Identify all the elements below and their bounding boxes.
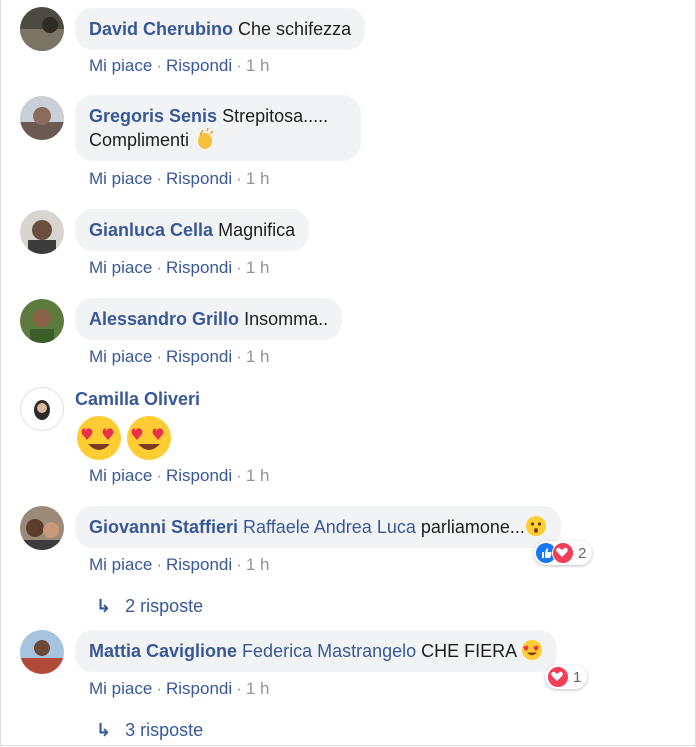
reaction-count: 2 [578, 544, 587, 562]
avatar[interactable] [20, 96, 64, 140]
love-reaction-icon [552, 542, 574, 564]
comment-author[interactable]: Giovanni Staffieri [89, 517, 238, 537]
comment-text: Insomma.. [244, 309, 329, 329]
replies-count[interactable]: 2 risposte [125, 596, 203, 616]
reactions-badge[interactable]: 2 [534, 541, 593, 565]
reply-link[interactable]: Rispondi [166, 679, 232, 698]
mention-link[interactable]: Raffaele Andrea Luca [243, 517, 416, 537]
comment-bubble: Gianluca Cella Magnifica [75, 209, 310, 251]
reaction-count: 1 [573, 668, 582, 686]
emoji-row [75, 414, 173, 467]
reply-link[interactable]: Rispondi [166, 169, 232, 188]
comment-actions: Mi piace · Rispondi · 1 h [89, 258, 270, 277]
reactions-badge[interactable]: 1 [545, 665, 588, 689]
comment-bubble: Giovanni Staffieri Raffaele Andrea Luca … [75, 506, 561, 548]
like-link[interactable]: Mi piace [89, 56, 152, 75]
comment-actions: Mi piace · Rispondi · 1 h [89, 466, 270, 485]
reply-link[interactable]: Rispondi [166, 555, 232, 574]
timestamp[interactable]: 1 h [246, 169, 270, 188]
like-link[interactable]: Mi piace [89, 258, 152, 277]
like-link[interactable]: Mi piace [89, 679, 152, 698]
timestamp[interactable]: 1 h [246, 466, 270, 485]
like-link[interactable]: Mi piace [89, 169, 152, 188]
heart-eyes-icon [77, 416, 121, 460]
comment-text: Strepitosa..... [222, 106, 329, 126]
clapping-hands-icon [198, 128, 214, 149]
reply-link[interactable]: Rispondi [166, 466, 232, 485]
comment-text: CHE FIERA [421, 641, 517, 661]
view-replies-link[interactable]: ↳ 3 risposte [96, 718, 203, 742]
timestamp[interactable]: 1 h [246, 56, 270, 75]
view-replies-link[interactable]: ↳ 2 risposte [96, 594, 203, 618]
comment-bubble: Alessandro Grillo Insomma.. [75, 298, 343, 340]
like-link[interactable]: Mi piace [89, 466, 152, 485]
comment-text: Che schifezza [238, 19, 352, 39]
astonished-face-icon [525, 516, 546, 536]
timestamp[interactable]: 1 h [246, 258, 270, 277]
timestamp[interactable]: 1 h [246, 347, 270, 366]
reply-arrow-icon: ↳ [96, 596, 112, 616]
comment-bubble: Mattia Caviglione Federica Mastrangelo C… [75, 630, 558, 672]
comment-author[interactable]: David Cherubino [89, 19, 233, 39]
comment-author[interactable]: Alessandro Grillo [89, 309, 239, 329]
like-link[interactable]: Mi piace [89, 347, 152, 366]
comment-actions: Mi piace · Rispondi · 1 h [89, 347, 270, 366]
comment-text: parliamone... [420, 517, 525, 537]
comment-actions: Mi piace · Rispondi · 1 h [89, 679, 270, 698]
heart-eyes-icon [522, 640, 543, 660]
avatar[interactable] [20, 7, 64, 51]
replies-count[interactable]: 3 risposte [125, 720, 203, 740]
avatar[interactable] [20, 210, 64, 254]
timestamp[interactable]: 1 h [246, 679, 270, 698]
comment-author[interactable]: Gianluca Cella [89, 220, 213, 240]
comment-bubble: Gregoris Senis Strepitosa..... Complimen… [75, 95, 361, 161]
comment-text-line2: Complimenti [89, 130, 190, 150]
comment-bubble: David Cherubino Che schifezza [75, 8, 366, 50]
reply-link[interactable]: Rispondi [166, 56, 232, 75]
avatar[interactable] [20, 630, 64, 674]
comment-author[interactable]: Camilla Oliveri [75, 387, 200, 411]
comment-author[interactable]: Gregoris Senis [89, 106, 217, 126]
comment-actions: Mi piace · Rispondi · 1 h [89, 56, 270, 75]
comment-actions: Mi piace · Rispondi · 1 h [89, 169, 270, 188]
avatar[interactable] [20, 387, 64, 431]
comment-author[interactable]: Mattia Caviglione [89, 641, 237, 661]
love-reaction-icon [547, 666, 569, 688]
mention-link[interactable]: Federica Mastrangelo [242, 641, 416, 661]
reply-arrow-icon: ↳ [96, 720, 112, 740]
avatar[interactable] [20, 506, 64, 550]
heart-eyes-icon [127, 416, 172, 460]
comment-text: Magnifica [218, 220, 296, 240]
reply-link[interactable]: Rispondi [166, 347, 232, 366]
avatar[interactable] [20, 299, 64, 343]
comment-actions: Mi piace · Rispondi · 1 h [89, 555, 270, 574]
like-link[interactable]: Mi piace [89, 555, 152, 574]
reply-link[interactable]: Rispondi [166, 258, 232, 277]
timestamp[interactable]: 1 h [246, 555, 270, 574]
